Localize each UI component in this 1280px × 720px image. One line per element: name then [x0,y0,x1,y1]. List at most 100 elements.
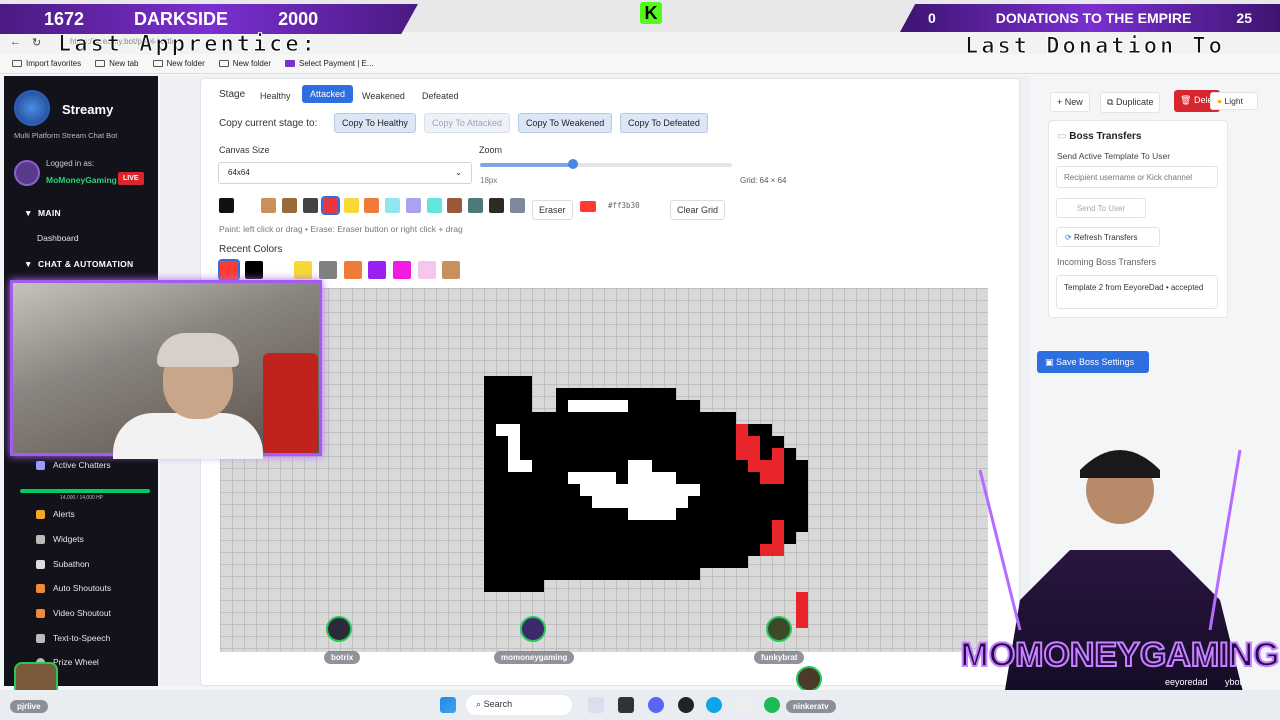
pixel[interactable] [616,484,628,496]
pixel[interactable] [676,520,688,532]
theme-toggle[interactable]: ● Light [1210,92,1258,110]
pixel[interactable] [640,460,652,472]
pixel[interactable] [664,472,676,484]
favorite-import[interactable]: Import favorites [12,59,81,68]
pixel[interactable] [544,532,556,544]
pixel[interactable] [556,412,568,424]
section-main[interactable]: ▼ MAIN [24,208,61,218]
send-to-user-button[interactable]: Send To User [1056,198,1146,218]
recent-color-swatch[interactable] [244,261,263,279]
pixel[interactable] [796,616,808,628]
pixel[interactable] [664,460,676,472]
pixel[interactable] [736,472,748,484]
palette-swatch[interactable] [261,198,276,213]
eraser-button[interactable]: Eraser [532,200,573,220]
pixel[interactable] [772,484,784,496]
pixel[interactable] [508,508,520,520]
pixel[interactable] [592,424,604,436]
pixel[interactable] [796,472,808,484]
pixel[interactable] [724,412,736,424]
pixel[interactable] [736,496,748,508]
pixel[interactable] [544,412,556,424]
pixel[interactable] [760,460,772,472]
recent-color-swatch[interactable] [318,261,337,279]
pixel[interactable] [676,460,688,472]
pixel[interactable] [616,520,628,532]
pixel[interactable] [568,508,580,520]
palette-swatch[interactable] [321,196,340,215]
pixel[interactable] [640,400,652,412]
pixel[interactable] [664,544,676,556]
pixel[interactable] [784,460,796,472]
pixel[interactable] [616,568,628,580]
pixel[interactable] [532,496,544,508]
refresh-transfers-button[interactable]: ⟳ Refresh Transfers [1056,227,1160,247]
pixel[interactable] [616,436,628,448]
pixel[interactable] [724,448,736,460]
pixel[interactable] [748,436,760,448]
recipient-input[interactable] [1056,166,1218,188]
pixel[interactable] [520,484,532,496]
pixel[interactable] [712,436,724,448]
pixel[interactable] [520,388,532,400]
pixel[interactable] [580,556,592,568]
pixel[interactable] [676,400,688,412]
pixel[interactable] [760,508,772,520]
pixel[interactable] [724,532,736,544]
pixel[interactable] [652,424,664,436]
pixel[interactable] [568,496,580,508]
recent-color-swatch[interactable] [442,261,461,279]
stage-weakened-button[interactable]: Weakened [356,87,411,105]
canvas-size-select[interactable]: 64x64 ⌄ [218,162,472,184]
pixel[interactable] [616,532,628,544]
pixel[interactable] [736,532,748,544]
pixel[interactable] [652,388,664,400]
pixel[interactable] [652,496,664,508]
pixel[interactable] [736,448,748,460]
recent-color-swatch[interactable] [368,261,387,279]
pixel[interactable] [628,508,640,520]
pixel[interactable] [736,424,748,436]
pixel[interactable] [604,400,616,412]
pixel[interactable] [544,544,556,556]
pixel[interactable] [616,400,628,412]
pixel[interactable] [508,472,520,484]
pixel[interactable] [556,556,568,568]
pixel[interactable] [676,424,688,436]
pixel[interactable] [604,484,616,496]
pixel[interactable] [652,448,664,460]
pixel[interactable] [712,532,724,544]
pixel[interactable] [604,460,616,472]
pixel[interactable] [724,556,736,568]
stage-attacked-button[interactable]: Attacked [302,85,354,103]
pixel[interactable] [688,508,700,520]
pixel[interactable] [520,544,532,556]
pixel[interactable] [688,556,700,568]
pixel[interactable] [736,484,748,496]
pixel[interactable] [592,448,604,460]
pixel[interactable] [520,448,532,460]
pixel[interactable] [628,496,640,508]
pixel[interactable] [664,424,676,436]
pixel[interactable] [748,532,760,544]
pixel[interactable] [580,436,592,448]
pixel[interactable] [676,556,688,568]
pixel[interactable] [772,520,784,532]
pixel[interactable] [508,376,520,388]
pixel[interactable] [688,424,700,436]
pixel[interactable] [640,520,652,532]
pixel[interactable] [712,556,724,568]
pixel[interactable] [700,412,712,424]
pixel[interactable] [748,448,760,460]
pixel[interactable] [484,532,496,544]
pixel[interactable] [616,556,628,568]
pixel[interactable] [484,376,496,388]
pixel[interactable] [532,472,544,484]
pixel[interactable] [520,556,532,568]
pixel[interactable] [508,568,520,580]
pixel[interactable] [616,424,628,436]
pixel[interactable] [508,520,520,532]
recent-color-swatch[interactable] [417,261,436,279]
pixel[interactable] [796,508,808,520]
pixel[interactable] [724,472,736,484]
